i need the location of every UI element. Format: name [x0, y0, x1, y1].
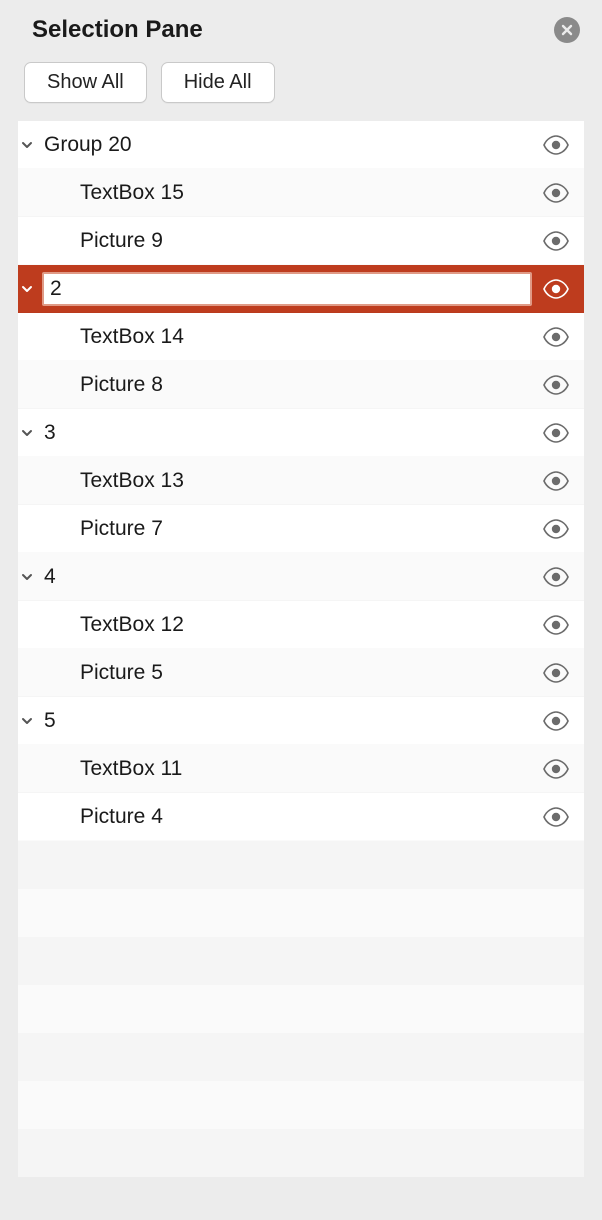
visibility-toggle[interactable] — [542, 231, 570, 251]
item-label-wrap — [18, 272, 542, 306]
visibility-toggle[interactable] — [542, 663, 570, 683]
list-item[interactable]: 4 — [18, 553, 584, 601]
list-item[interactable]: TextBox 14 — [18, 313, 584, 361]
item-label: TextBox 13 — [72, 469, 542, 493]
item-label-wrap: TextBox 13 — [28, 469, 542, 493]
item-label: TextBox 11 — [72, 757, 542, 781]
visibility-toggle[interactable] — [542, 423, 570, 443]
visibility-toggle[interactable] — [542, 183, 570, 203]
eye-icon — [542, 327, 570, 347]
visibility-toggle[interactable] — [542, 519, 570, 539]
list-item[interactable]: Group 20 — [18, 121, 584, 169]
list-item[interactable]: Picture 8 — [18, 361, 584, 409]
eye-icon — [542, 471, 570, 491]
empty-row — [18, 889, 584, 937]
item-label: Picture 5 — [72, 661, 542, 685]
empty-row — [18, 985, 584, 1033]
item-label-wrap: TextBox 14 — [28, 325, 542, 349]
visibility-toggle[interactable] — [542, 279, 570, 299]
list-item[interactable]: TextBox 11 — [18, 745, 584, 793]
close-icon — [560, 23, 574, 37]
visibility-toggle[interactable] — [542, 807, 570, 827]
chevron-down-icon[interactable] — [18, 280, 36, 298]
eye-icon — [542, 423, 570, 443]
chevron-down-icon[interactable] — [18, 136, 36, 154]
item-label-wrap: TextBox 12 — [28, 613, 542, 637]
list-item[interactable]: Picture 7 — [18, 505, 584, 553]
item-label: 3 — [36, 421, 542, 445]
item-label: Picture 9 — [72, 229, 542, 253]
object-list: Group 20 TextBox 15 Picture 9 TextBox 14 Pic… — [18, 121, 584, 1177]
list-item[interactable]: Picture 5 — [18, 649, 584, 697]
eye-icon — [542, 567, 570, 587]
eye-icon — [542, 711, 570, 731]
rename-input-wrap — [42, 272, 532, 306]
item-label-wrap: Group 20 — [18, 133, 542, 157]
empty-row — [18, 841, 584, 889]
eye-icon — [542, 663, 570, 683]
rename-input[interactable] — [42, 272, 532, 306]
item-label-wrap: Picture 5 — [28, 661, 542, 685]
item-label: Picture 8 — [72, 373, 542, 397]
item-label: TextBox 15 — [72, 181, 542, 205]
item-label: Picture 4 — [72, 805, 542, 829]
visibility-toggle[interactable] — [542, 471, 570, 491]
list-item[interactable] — [18, 265, 584, 313]
empty-row — [18, 937, 584, 985]
pane-title: Selection Pane — [32, 16, 203, 44]
eye-icon — [542, 615, 570, 635]
item-label: Picture 7 — [72, 517, 542, 541]
item-label-wrap: 4 — [18, 565, 542, 589]
eye-icon — [542, 807, 570, 827]
list-item[interactable]: Picture 4 — [18, 793, 584, 841]
selection-pane: Selection Pane Show All Hide All Group 2… — [0, 0, 602, 1195]
item-label-wrap: 3 — [18, 421, 542, 445]
empty-row — [18, 1033, 584, 1081]
list-item[interactable]: TextBox 13 — [18, 457, 584, 505]
visibility-toggle[interactable] — [542, 375, 570, 395]
list-item[interactable]: TextBox 15 — [18, 169, 584, 217]
visibility-toggle[interactable] — [542, 615, 570, 635]
list-item[interactable]: Picture 9 — [18, 217, 584, 265]
item-label-wrap: Picture 9 — [28, 229, 542, 253]
list-item[interactable]: 5 — [18, 697, 584, 745]
visibility-toggle[interactable] — [542, 759, 570, 779]
item-label-wrap: 5 — [18, 709, 542, 733]
chevron-down-icon[interactable] — [18, 424, 36, 442]
item-label: TextBox 12 — [72, 613, 542, 637]
eye-icon — [542, 759, 570, 779]
chevron-down-icon[interactable] — [18, 568, 36, 586]
visibility-toggle[interactable] — [542, 327, 570, 347]
item-label-wrap: TextBox 11 — [28, 757, 542, 781]
item-label: TextBox 14 — [72, 325, 542, 349]
eye-icon — [542, 231, 570, 251]
pane-header: Selection Pane — [18, 10, 584, 62]
item-label-wrap: Picture 4 — [28, 805, 542, 829]
list-item[interactable]: 3 — [18, 409, 584, 457]
chevron-down-icon[interactable] — [18, 712, 36, 730]
eye-icon — [542, 279, 570, 299]
visibility-toggle[interactable] — [542, 135, 570, 155]
close-button[interactable] — [554, 17, 580, 43]
list-item[interactable]: TextBox 12 — [18, 601, 584, 649]
item-label-wrap: Picture 8 — [28, 373, 542, 397]
show-all-button[interactable]: Show All — [24, 62, 147, 103]
item-label-wrap: TextBox 15 — [28, 181, 542, 205]
eye-icon — [542, 183, 570, 203]
hide-all-button[interactable]: Hide All — [161, 62, 275, 103]
button-bar: Show All Hide All — [18, 62, 584, 121]
item-label-wrap: Picture 7 — [28, 517, 542, 541]
empty-row — [18, 1129, 584, 1177]
item-label: Group 20 — [36, 133, 542, 157]
item-label: 5 — [36, 709, 542, 733]
eye-icon — [542, 135, 570, 155]
eye-icon — [542, 519, 570, 539]
visibility-toggle[interactable] — [542, 711, 570, 731]
visibility-toggle[interactable] — [542, 567, 570, 587]
eye-icon — [542, 375, 570, 395]
empty-row — [18, 1081, 584, 1129]
item-label: 4 — [36, 565, 542, 589]
